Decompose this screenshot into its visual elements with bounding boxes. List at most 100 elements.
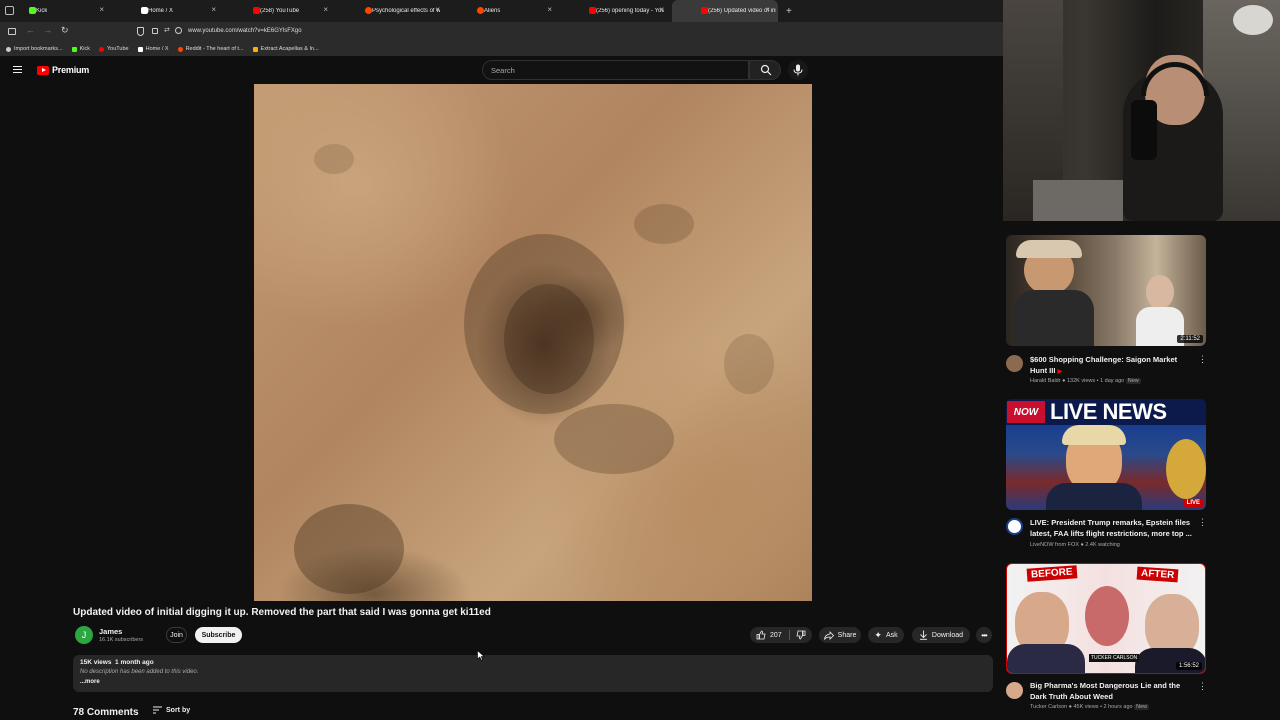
youtube-logo[interactable]: Premium [37,65,89,75]
channel-name[interactable]: James [99,627,122,636]
folder-icon [252,46,258,52]
bookmark-reddit[interactable]: Reddit - The heart of t... [177,46,244,52]
channel-avatar[interactable] [1006,355,1023,372]
reddit-favicon-icon [177,46,183,52]
title-text: LIVE: President Trump remarks, Epstein f… [1030,518,1192,538]
host-body [1014,290,1094,346]
more-vertical-icon[interactable]: ⋮ [1198,517,1207,528]
share-label: Share [837,631,857,639]
tab-label: Psychological effects of watchi [372,8,440,14]
premium-label: Premium [52,65,90,75]
search-input[interactable]: Search [482,60,749,80]
bookmark-label: Reddit - The heart of t... [185,46,244,52]
recommended-thumbnail[interactable]: BEFORE AFTER TUCKER CARLSON 1:56:52 [1006,563,1206,674]
tab-opening-today[interactable]: (256) opening today - YouTube × [560,0,672,22]
site-settings-icon[interactable]: ⇄ [164,26,170,34]
channel-avatar[interactable] [1006,518,1023,535]
youtube-play-icon [37,65,49,75]
bookmark-kick[interactable]: Kick [71,46,90,52]
bookmark-acapellas[interactable]: Extract Acapellas & In... [252,46,319,52]
bookmark-import[interactable]: Import bookmarks... [6,46,63,52]
address-bar-row: ← → ↻ ⇄ www.youtube.com/watch?v=kE6GYlsF… [0,22,1003,42]
close-tab-icon[interactable]: × [99,5,104,14]
sidebar-toggle-icon[interactable] [8,28,16,35]
back-icon[interactable]: ← [26,25,35,35]
show-more-link[interactable]: ...more [80,679,100,685]
thumbs-down-icon[interactable] [796,630,806,640]
share-button[interactable]: Share [819,627,861,643]
reddit-favicon-icon [365,7,372,14]
video-player[interactable] [254,84,812,601]
close-tab-icon[interactable]: × [435,5,440,14]
channel-avatar[interactable]: J [75,626,93,644]
speaker-suit [1046,483,1142,510]
tab-current-video[interactable]: (256) Updated video of ini × [672,0,778,22]
reddit-favicon-icon [477,7,484,14]
close-tab-icon[interactable]: × [211,5,216,14]
brain-graphic [1085,586,1129,646]
tab-x-home[interactable]: Home / X × [112,0,224,22]
view-info: 2.4K watching [1085,542,1120,548]
tab-kick[interactable]: Kick × [0,0,112,22]
guest-suit [1135,648,1205,673]
youtube-favicon-icon [589,7,596,14]
duration-badge: 1:56:52 [1175,662,1202,670]
tab-youtube[interactable]: (258) YouTube × [224,0,336,22]
browser-tab-strip: Kick × Home / X × (258) YouTube × Psycho… [0,0,1003,22]
desk-area [1033,180,1123,221]
recommended-thumbnail[interactable]: 2:11:52 [1006,235,1206,346]
microphone-icon [793,64,803,76]
tab-label: (258) YouTube [260,8,300,14]
bookmark-youtube[interactable]: YouTube [99,46,129,52]
download-button[interactable]: Download [912,627,970,643]
tab-reddit-psych[interactable]: Psychological effects of watchi × [336,0,448,22]
close-tab-icon[interactable]: × [765,5,770,14]
tucker-suit [1007,644,1085,673]
join-button[interactable]: Join [166,627,187,643]
video-title: Updated video of initial digging it up. … [73,607,491,618]
tab-label: Home / X [148,8,174,14]
recommended-meta: Tucker Carlson ● 45K views • 2 hours ago… [1030,704,1150,710]
channel-label: Harald Baldr [1030,378,1061,384]
recommended-title[interactable]: $600 Shopping Challenge: Saigon Market H… [1030,355,1196,377]
sort-button[interactable]: Sort by [153,706,190,714]
lamp-shape [1233,5,1273,35]
tab-aliens[interactable]: Aliens × [448,0,560,22]
voice-search-button[interactable] [788,60,808,80]
close-tab-icon[interactable]: × [547,5,552,14]
views-and-date: 15K views 1 month ago [80,659,154,666]
shield-icon[interactable] [137,27,144,36]
description-box[interactable]: 15K views 1 month ago No description has… [73,655,993,692]
new-badge: New [1125,378,1141,384]
close-tab-icon[interactable]: × [659,5,664,14]
brand-label: TUCKER CARLSON [1089,654,1140,662]
ask-button[interactable]: ✦ Ask [868,627,904,643]
recommended-thumbnail[interactable]: NOW LIVE NEWS LIVE [1006,399,1206,510]
channel-avatar[interactable] [1006,682,1023,699]
live-badge: LIVE [1183,499,1203,507]
lock-icon [152,28,158,34]
hamburger-icon[interactable] [13,66,22,73]
youtube-favicon-icon [253,7,260,14]
new-tab-icon[interactable]: + [786,6,792,17]
before-label: BEFORE [1026,565,1078,582]
forward-icon[interactable]: → [43,25,52,35]
like-button[interactable]: 207 [750,630,782,640]
more-vertical-icon[interactable]: ⋮ [1198,681,1207,692]
search-icon [760,64,772,76]
more-vertical-icon[interactable]: ⋮ [1198,354,1207,365]
tracker-icon[interactable] [175,27,182,34]
recommended-title[interactable]: LIVE: President Trump remarks, Epstein f… [1030,518,1196,539]
search-button[interactable] [749,60,781,80]
title-text: $600 Shopping Challenge: Saigon Market H… [1030,355,1178,375]
subscribe-button[interactable]: Subscribe [195,627,242,643]
tab-label: Aliens [484,8,501,14]
comments-count: 78 Comments [73,707,139,718]
bookmark-x[interactable]: Home / X [137,46,169,52]
more-actions-button[interactable]: ••• [976,627,992,643]
recommended-title[interactable]: Big Pharma's Most Dangerous Lie and the … [1030,681,1196,702]
reload-icon[interactable]: ↻ [61,25,69,36]
close-tab-icon[interactable]: × [323,5,328,14]
url-field[interactable]: www.youtube.com/watch?v=kE6GYlsFXgo [188,28,302,34]
sparkle-icon: ✦ [874,629,882,640]
